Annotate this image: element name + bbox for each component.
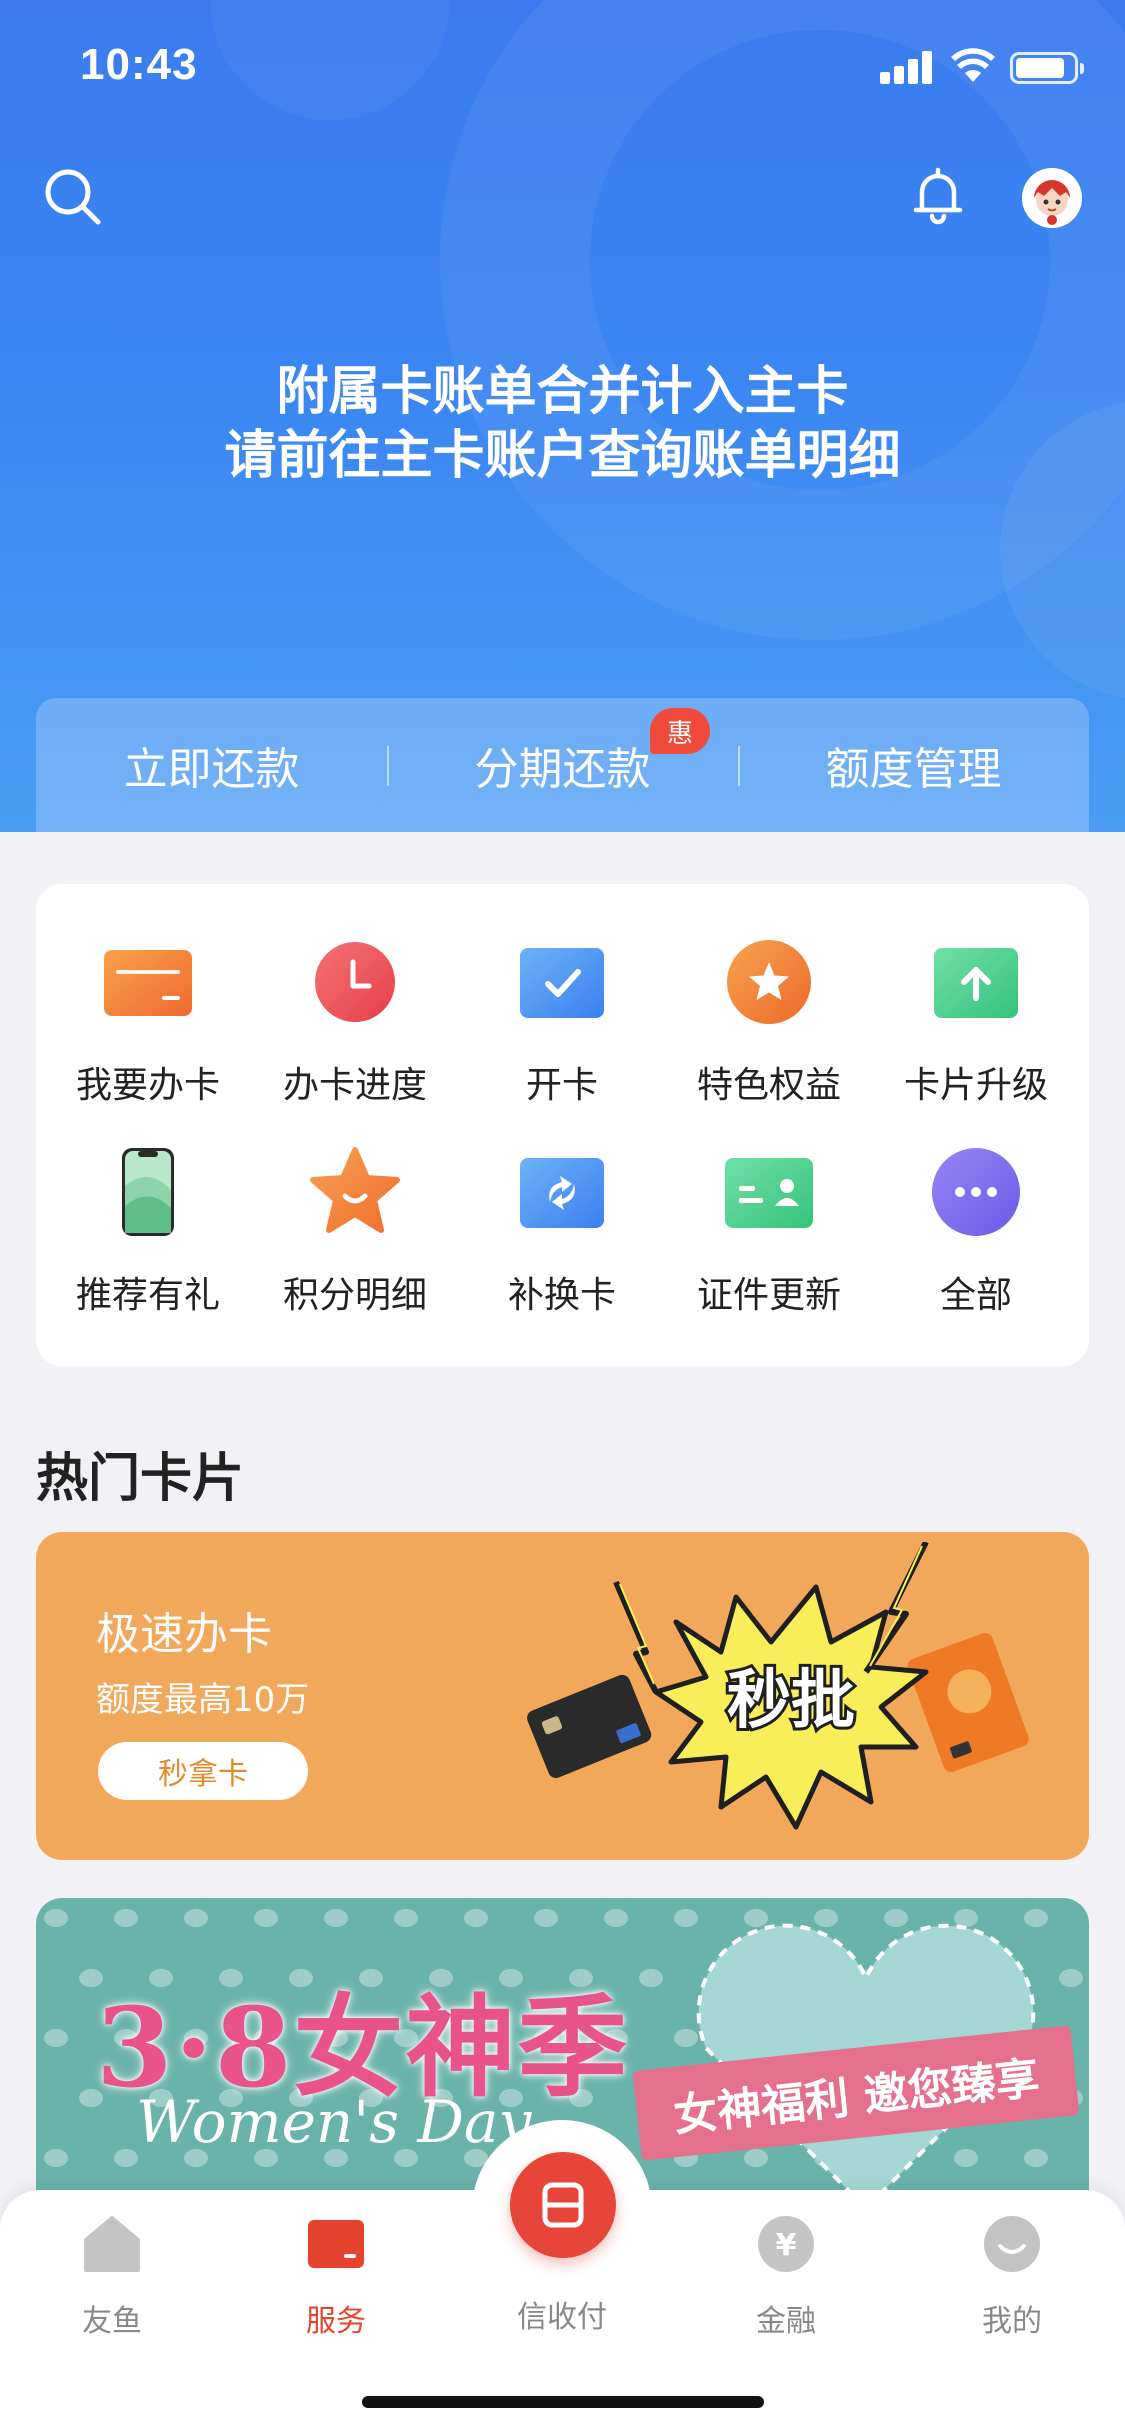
service-label: 卡片升级 [903, 1065, 1048, 1106]
service-label: 积分明细 [282, 1275, 427, 1316]
service-activate-card[interactable]: 开卡 [462, 936, 662, 1136]
polka-dot [534, 1909, 558, 1927]
service-special-benefits[interactable]: 特色权益 [669, 936, 869, 1136]
service-card-icon [308, 2220, 364, 2268]
instant-approval-illustration: 秒批 [527, 1542, 1029, 1830]
service-label: 补换卡 [507, 1275, 616, 1316]
polka-dot [324, 1909, 348, 1927]
hero-header: 10:43 附属卡账单合并计入主卡 请前往主卡账户查询账单明细 立即还款 分期还… [0, 0, 1125, 832]
exchange-icon [520, 1158, 604, 1228]
discount-badge: 惠 [650, 708, 710, 754]
service-label: 证件更新 [696, 1275, 841, 1316]
service-points-detail[interactable]: 积分明细 [255, 1146, 455, 1346]
polka-dot [254, 1909, 278, 1927]
signal-icon [880, 50, 934, 84]
upgrade-icon [934, 948, 1018, 1018]
star-icon [310, 1147, 400, 1233]
service-label: 特色权益 [696, 1065, 841, 1106]
polka-dot [604, 1909, 628, 1927]
tab-youyu[interactable]: 友鱼 [32, 2214, 192, 2354]
notice-line-1: 附属卡账单合并计入主卡 [276, 362, 849, 422]
polka-dot [1059, 1969, 1083, 1987]
service-card-upgrade[interactable]: 卡片升级 [876, 936, 1076, 1136]
polka-dot [394, 1909, 418, 1927]
promo-title: 极速办卡 [96, 1609, 272, 1660]
card-icon [104, 950, 192, 1016]
phone-icon [122, 1148, 174, 1236]
tab-finance[interactable]: ¥ 金融 [706, 2214, 866, 2354]
id-card-icon [725, 1158, 813, 1228]
credit-limit-button[interactable]: 额度管理 [738, 698, 1089, 832]
tab-label: 友鱼 [82, 2304, 142, 2339]
service-label: 全部 [939, 1275, 1012, 1316]
promo-get-card-button[interactable]: 秒拿卡 [98, 1742, 308, 1800]
clock-icon [315, 942, 395, 1022]
quick-action-bar: 立即还款 分期还款 额度管理 [36, 698, 1089, 832]
wifi-icon [951, 48, 995, 82]
status-bar: 10:43 [0, 0, 1125, 132]
promo2-subtitle: Women's Day [136, 2088, 532, 2156]
tab-label: 服务 [306, 2304, 366, 2339]
polka-dot [44, 2029, 68, 2047]
tab-mine[interactable]: 我的 [932, 2214, 1092, 2354]
svg-text:¥: ¥ [776, 2228, 797, 2263]
service-id-update[interactable]: 证件更新 [669, 1146, 869, 1346]
promo-fast-card[interactable]: 极速办卡 额度最高10万 秒拿卡 秒批 [36, 1532, 1089, 1860]
services-grid: 我要办卡 办卡进度 开卡 特色权益 卡片升级 推荐有礼 积分明细 补换卡 证件更… [36, 884, 1089, 1366]
repay-now-button[interactable]: 立即还款 [36, 698, 387, 832]
polka-dot [464, 1909, 488, 1927]
home-icon [84, 2216, 140, 2272]
subcard-notice: 附属卡账单合并计入主卡 请前往主卡账户查询账单明细 [0, 360, 1125, 488]
profile-icon [984, 2216, 1040, 2272]
service-apply-progress[interactable]: 办卡进度 [255, 936, 455, 1136]
more-icon [932, 1148, 1020, 1236]
polka-dot [44, 2149, 68, 2167]
polka-dot [184, 1909, 208, 1927]
notice-line-2: 请前往主卡账户查询账单明细 [224, 426, 901, 486]
avatar-image [1022, 168, 1082, 228]
burst-text: 秒批 [727, 1664, 855, 1738]
service-referral[interactable]: 推荐有礼 [48, 1146, 248, 1346]
avatar[interactable] [1022, 168, 1082, 228]
tab-label: 金融 [756, 2304, 816, 2339]
service-all[interactable]: 全部 [876, 1146, 1076, 1346]
tab-xinshoufu-button[interactable] [510, 2152, 616, 2258]
yuan-icon: ¥ [758, 2216, 814, 2272]
battery-icon [1010, 52, 1084, 84]
service-apply-card[interactable]: 我要办卡 [48, 936, 248, 1136]
tab-xinshoufu-label: 信收付 [517, 2300, 607, 2335]
home-indicator [362, 2396, 764, 2408]
service-replace-card[interactable]: 补换卡 [462, 1146, 662, 1346]
service-label: 办卡进度 [282, 1065, 427, 1106]
search-icon[interactable] [40, 164, 104, 228]
status-time: 10:43 [80, 40, 198, 89]
polka-dot [114, 2149, 138, 2167]
star-badge-icon [727, 940, 811, 1024]
tab-label: 我的 [982, 2304, 1042, 2339]
polka-dot [44, 1909, 68, 1927]
bell-icon[interactable] [906, 164, 970, 228]
polka-dot [114, 1909, 138, 1927]
service-label: 推荐有礼 [75, 1275, 220, 1316]
service-label: 开卡 [525, 1065, 598, 1106]
tab-service[interactable]: 服务 [256, 2214, 416, 2354]
promo-subtitle: 额度最高10万 [96, 1680, 310, 1720]
check-icon [520, 948, 604, 1018]
service-label: 我要办卡 [75, 1065, 220, 1106]
section-title-hot-cards: 热门卡片 [36, 1449, 245, 1509]
scan-icon [542, 2182, 584, 2228]
polka-dot [639, 1969, 663, 1987]
